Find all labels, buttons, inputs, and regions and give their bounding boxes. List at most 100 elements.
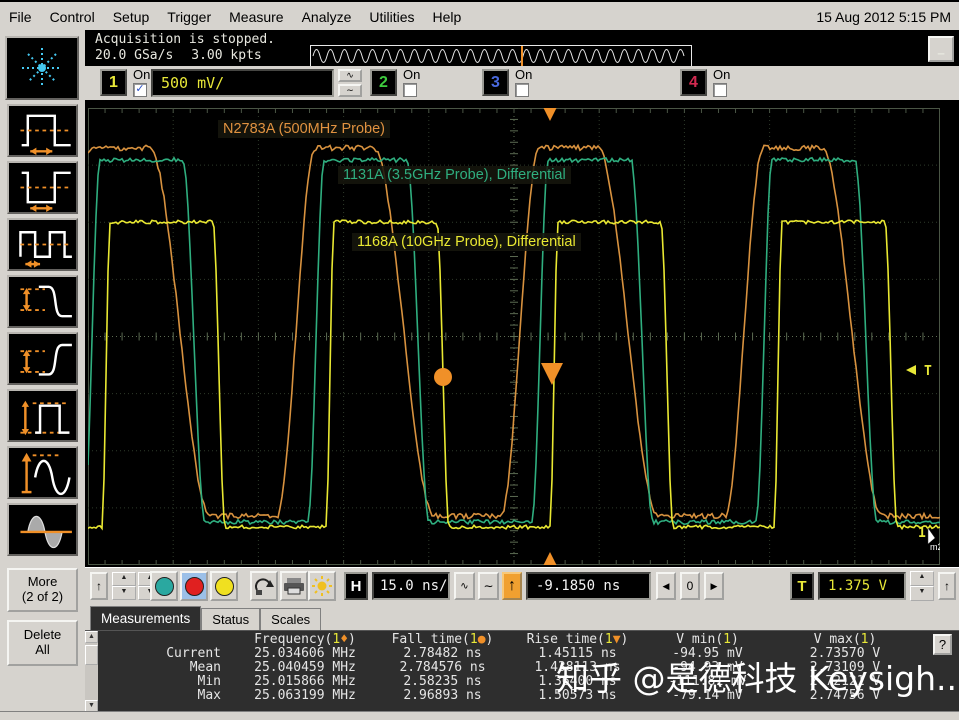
average-icon: .w{fill:none;stroke:#fff;stroke-width:2}… (9, 505, 76, 554)
period-icon: .w{fill:none;stroke:#fff;stroke-width:2}… (9, 220, 76, 269)
horizontal-menu-button[interactable]: H (344, 572, 368, 600)
timebase-display[interactable]: 15.0 ns/ (372, 572, 450, 600)
measure-rise-time-button[interactable]: .w{fill:none;stroke:#fff;stroke-width:2}… (7, 332, 78, 385)
channel-2-button[interactable]: 2 (370, 69, 397, 96)
run-button[interactable] (150, 571, 178, 601)
channel-4-checkbox[interactable] (713, 83, 727, 97)
spin-down-icon[interactable]: ▼ (910, 586, 934, 601)
waveform-display-area[interactable]: T1m2 N2783A (500MHz Probe)1131A (3.5GHz … (85, 100, 959, 567)
menu-help[interactable]: Help (424, 9, 471, 25)
trigger-level-spinner[interactable]: ▲▼ (910, 571, 934, 601)
delete-label: Delete (9, 627, 76, 642)
scroll-up-icon[interactable]: ▲ (85, 631, 98, 643)
channel-4-button[interactable]: 4 (680, 69, 707, 96)
rise-time-marker (541, 363, 563, 385)
tab-scales[interactable]: Scales (260, 608, 321, 630)
spin-down-icon[interactable]: ▼ (112, 586, 136, 600)
col-v-min: V min(1) (645, 633, 770, 647)
channel-3-on-label: On (515, 67, 532, 82)
run-circle-icon (155, 577, 174, 596)
trigger-level-arrow-icon (906, 365, 916, 375)
display-brightness-button[interactable] (308, 571, 336, 601)
scroll-thumb[interactable] (85, 645, 98, 665)
channel-1-button[interactable]: 1 (100, 69, 127, 96)
horizontal-position-display[interactable]: -9.1850 ns (526, 572, 651, 600)
single-button[interactable] (210, 571, 238, 601)
more-measurements-button[interactable]: More (2 of 2) (7, 568, 78, 612)
measure-fall-time-button[interactable]: .w{fill:none;stroke:#fff;stroke-width:2}… (7, 275, 78, 328)
top-level-icon: .w{fill:none;stroke:#fff;stroke-width:2}… (9, 391, 76, 440)
channel-1-scale-down-button[interactable]: ∼ (338, 84, 362, 97)
col-v-max: V max(1) (770, 633, 920, 647)
watermark: 知乎 @是德科技 Keysigh... (556, 652, 959, 700)
agilent-logo-button[interactable] (5, 36, 79, 100)
tab-status[interactable]: Status (201, 608, 260, 630)
menu-analyze[interactable]: Analyze (293, 9, 361, 25)
minimize-button[interactable]: — (928, 36, 954, 62)
minimize-glyph: — (938, 51, 945, 57)
trigger-up-button[interactable]: ↑ (938, 572, 956, 600)
coarse-spinner[interactable]: ▲▼ (112, 572, 136, 600)
timebase-zoom-in-button[interactable]: ∼ (478, 572, 499, 600)
position-left-button[interactable]: ◀ (656, 572, 676, 600)
channel-3-button[interactable]: 3 (482, 69, 509, 96)
measurements-scrollbar[interactable]: ▲ ▼ (85, 631, 98, 712)
channel-1-number: 1 (109, 74, 118, 92)
spin-up-icon[interactable]: ▲ (112, 572, 136, 586)
channel-controls-row: 1 On ✓ 500 mV/ ∿ ∼ 2 On 3 On 4 On (85, 66, 959, 101)
marker-up-button[interactable]: ↑ (90, 572, 108, 600)
table-header-row: Frequency(1♦) Fall time(1●) Rise time(1▼… (101, 633, 920, 647)
tab-measurements[interactable]: Measurements (90, 606, 201, 630)
spin-up-icon[interactable]: ▲ (910, 571, 934, 586)
negative-pulse-width-icon: .w{fill:none;stroke:#fff;stroke-width:2}… (9, 163, 76, 212)
channel-2-checkbox[interactable] (403, 83, 417, 97)
measure-positive-pulse-width-button[interactable]: .w{fill:none;stroke:#fff;stroke-width:2}… (7, 104, 78, 157)
delete-all-label: All (9, 642, 76, 657)
trigger-slope-button[interactable]: ↑ (502, 572, 522, 600)
sun-icon (311, 575, 333, 597)
menu-measure[interactable]: Measure (220, 9, 292, 25)
measure-amplitude-button[interactable]: .w{fill:none;stroke:#fff;stroke-width:2}… (7, 446, 78, 499)
channel-1-scale-up-button[interactable]: ∿ (338, 69, 362, 82)
menu-control[interactable]: Control (41, 9, 104, 25)
menu-trigger[interactable]: Trigger (158, 9, 220, 25)
positive-pulse-width-icon: .w{fill:none;stroke:#fff;stroke-width:2}… (9, 106, 76, 155)
channel-3-number: 3 (491, 74, 500, 92)
measure-negative-pulse-width-button[interactable]: .w{fill:none;stroke:#fff;stroke-width:2}… (7, 161, 78, 214)
more-label: More (9, 574, 76, 589)
amplitude-icon: .w{fill:none;stroke:#fff;stroke-width:2}… (9, 448, 76, 497)
trigger-level-display[interactable]: 1.375 V (818, 572, 906, 600)
left-arrow-icon: ◀ (663, 581, 670, 592)
trigger-time-marker-top (543, 108, 557, 121)
menu-utilities[interactable]: Utilities (360, 9, 423, 25)
timebase-zoom-out-button[interactable]: ∿ (454, 572, 475, 600)
channel-1-checkbox[interactable]: ✓ (133, 83, 147, 97)
channel-4-number: 4 (689, 74, 698, 92)
channel-1-on-label: On (133, 67, 150, 82)
delete-all-button[interactable]: Delete All (7, 620, 78, 666)
more-page-label: (2 of 2) (9, 589, 76, 604)
wave-small-icon: ∿ (460, 581, 468, 592)
measure-period-button[interactable]: .w{fill:none;stroke:#fff;stroke-width:2}… (7, 218, 78, 271)
touch-button[interactable] (250, 571, 278, 601)
menu-setup[interactable]: Setup (104, 9, 159, 25)
memory-depth: 3.00 kpts (191, 48, 261, 63)
menu-file[interactable]: File (0, 9, 41, 25)
trace-label: 1168A (10GHz Probe), Differential (352, 233, 581, 251)
stop-button[interactable] (180, 571, 208, 601)
channel-4-on-label: On (713, 67, 730, 82)
position-right-button[interactable]: ▶ (704, 572, 724, 600)
measure-top-level-button[interactable]: .w{fill:none;stroke:#fff;stroke-width:2}… (7, 389, 78, 442)
spark-logo-icon (7, 38, 77, 98)
measure-average-button[interactable]: .w{fill:none;stroke:#fff;stroke-width:2}… (7, 503, 78, 556)
clock: 15 Aug 2012 5:15 PM (816, 9, 951, 25)
trigger-menu-button[interactable]: T (790, 572, 814, 600)
print-button[interactable] (280, 571, 308, 601)
channel-2-number: 2 (379, 74, 388, 92)
channel-3-checkbox[interactable] (515, 83, 529, 97)
channel-1-scale-display[interactable]: 500 mV/ (151, 69, 334, 97)
rise-time-icon: .w{fill:none;stroke:#fff;stroke-width:2}… (9, 334, 76, 383)
meas-cell: 2.78482 ns (375, 647, 510, 661)
redo-arrow-icon (254, 576, 274, 596)
position-zero-button[interactable]: 0 (680, 572, 700, 600)
